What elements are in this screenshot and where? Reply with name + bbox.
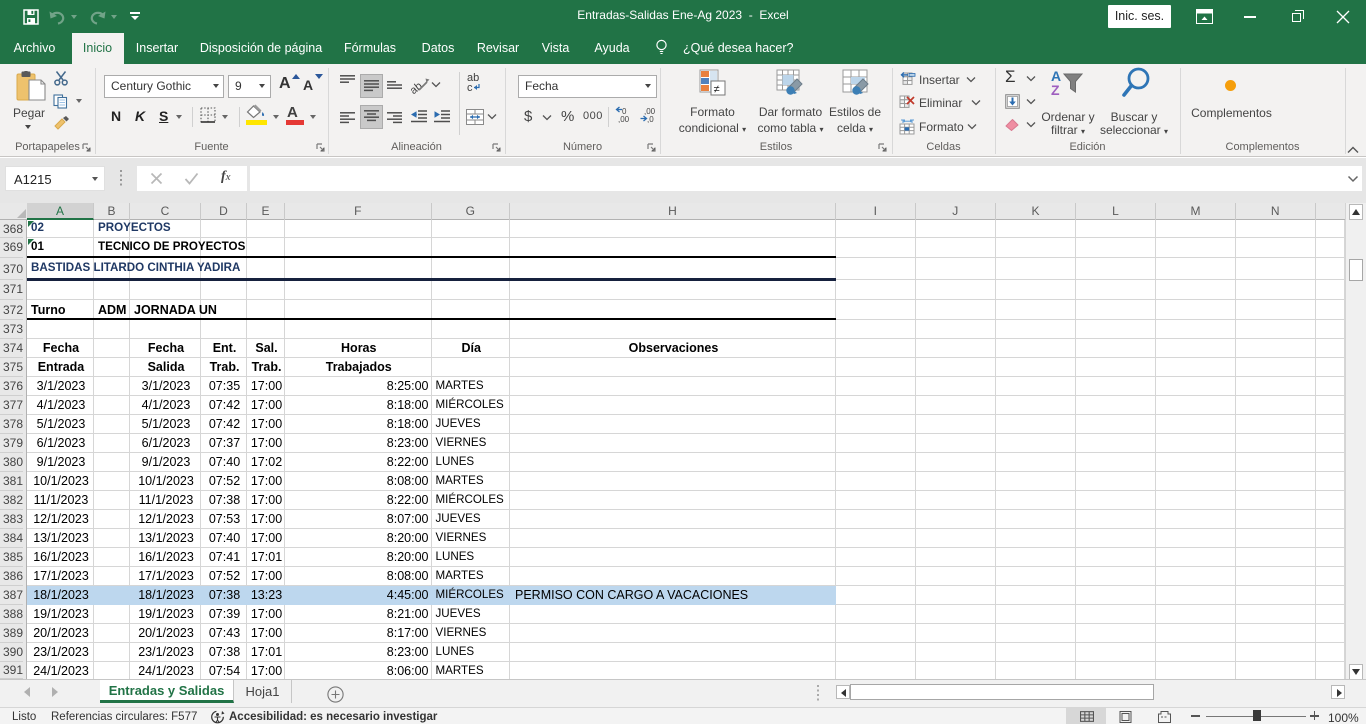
svg-text:,0: ,0 (647, 115, 654, 123)
svg-text:c: c (467, 82, 473, 93)
svg-text:≠: ≠ (714, 84, 720, 96)
svg-text:,00: ,00 (618, 115, 630, 123)
svg-text:Z: Z (1051, 82, 1060, 98)
